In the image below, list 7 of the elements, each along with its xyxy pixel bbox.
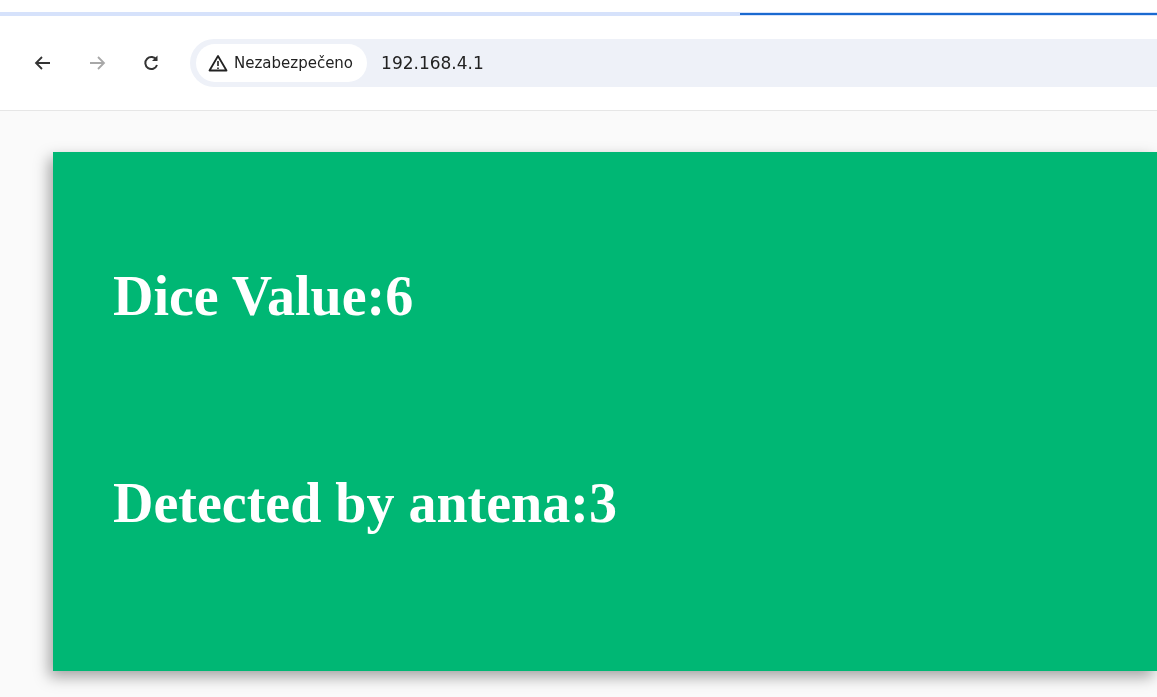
reload-icon: [141, 53, 161, 73]
url-text: 192.168.4.1: [381, 53, 484, 73]
status-heading: Detected by antena:3: [113, 471, 617, 535]
warning-icon: [208, 54, 228, 72]
address-bar[interactable]: Nezabezpečeno 192.168.4.1: [190, 39, 1157, 87]
security-chip[interactable]: Nezabezpečeno: [196, 44, 368, 82]
status-heading: Dice Value:6: [113, 264, 414, 328]
